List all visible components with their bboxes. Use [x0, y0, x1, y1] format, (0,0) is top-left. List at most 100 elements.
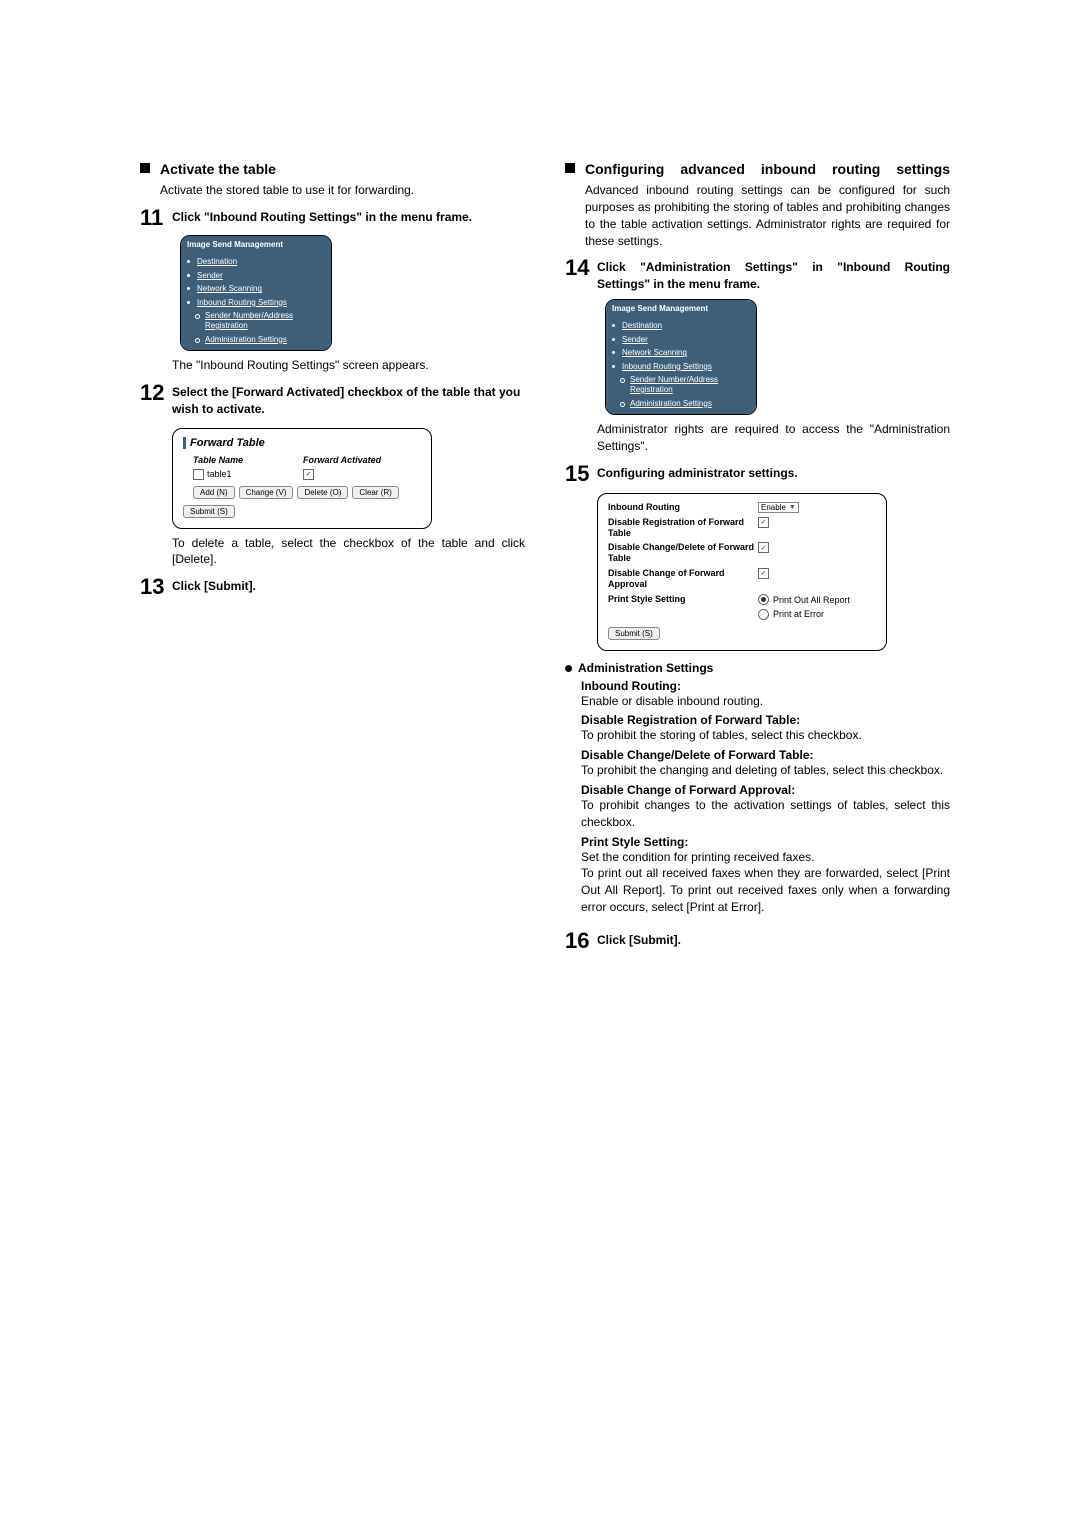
step-12-after: To delete a table, select the checkbox o… — [172, 535, 525, 569]
admin-row-disable-change-appr: Disable Change of Forward Approval ✓ — [608, 568, 876, 590]
step-15-title: Configuring administrator settings. — [597, 463, 798, 482]
ism-subitem-admin-settings[interactable]: Administration Settings — [187, 333, 331, 347]
step-16-title: Click [Submit]. — [597, 930, 681, 949]
radio-icon — [758, 609, 769, 620]
step-13-num: 13 — [140, 576, 168, 598]
square-bullet-icon — [140, 163, 150, 173]
subitem-title: Disable Change of Forward Approval: — [581, 783, 950, 797]
ism-panel-left: Image Send Management Destination Sender… — [180, 235, 332, 351]
delete-button[interactable]: Delete (O) — [297, 486, 348, 499]
ism-body: Destination Sender Network Scanning Inbo… — [606, 317, 756, 414]
forward-activated-checkbox[interactable]: ✓ — [303, 469, 314, 480]
subitem-title: Inbound Routing: — [581, 679, 950, 693]
ism-subitem-sender-reg[interactable]: Sender Number/Address Registration — [187, 309, 331, 332]
disable-reg-checkbox[interactable]: ✓ — [758, 517, 769, 528]
submit-button[interactable]: Submit (S) — [183, 505, 235, 518]
admin-row-print-style: Print Style Setting Print Out All Report… — [608, 594, 876, 621]
fwd-row-name-cell: table1 — [193, 469, 303, 480]
step-15: 15 Configuring administrator settings. — [565, 463, 950, 485]
forward-table-submit-row: Submit (S) — [183, 505, 421, 518]
fwd-col-name-header: Table Name — [193, 455, 303, 465]
ism-item-sender[interactable]: Sender — [187, 269, 331, 283]
forward-table-panel: Forward Table Table Name Forward Activat… — [172, 428, 432, 529]
ism-subitem-admin-settings[interactable]: Administration Settings — [612, 397, 756, 411]
configuring-section-head: Configuring advanced inbound routing set… — [565, 160, 950, 178]
ism-item-destination[interactable]: Destination — [612, 319, 756, 333]
row-select-checkbox[interactable] — [193, 469, 204, 480]
ism-item-destination[interactable]: Destination — [187, 255, 331, 269]
ism-head: Image Send Management — [606, 300, 756, 317]
forward-table-buttons: Add (N) Change (V) Delete (O) Clear (R) — [193, 486, 421, 499]
bullet-icon — [565, 665, 572, 672]
admin-row-disable-reg: Disable Registration of Forward Table ✓ — [608, 517, 876, 539]
disable-change-appr-checkbox[interactable]: ✓ — [758, 568, 769, 579]
subitem-title: Disable Change/Delete of Forward Table: — [581, 748, 950, 762]
forward-table-row: table1 ✓ — [193, 469, 421, 480]
subitem-title: Print Style Setting: — [581, 835, 950, 849]
admin-settings-panel: Inbound Routing Enable ▼ Disable Registr… — [597, 493, 887, 651]
admin-submit-button[interactable]: Submit (S) — [608, 627, 660, 640]
step-15-num: 15 — [565, 463, 593, 485]
add-button[interactable]: Add (N) — [193, 486, 235, 499]
subitem-title: Disable Registration of Forward Table: — [581, 713, 950, 727]
step-12-title: Select the [Forward Activated] checkbox … — [172, 382, 525, 418]
ism-item-sender[interactable]: Sender — [612, 333, 756, 347]
fwd-row-act-cell: ✓ — [303, 469, 314, 480]
ism-item-inbound-routing[interactable]: Inbound Routing Settings — [187, 296, 331, 310]
radio-print-error[interactable]: Print at Error — [758, 608, 824, 621]
step-14: 14 Click "Administration Settings" in "I… — [565, 257, 950, 293]
ism-item-inbound-routing[interactable]: Inbound Routing Settings — [612, 360, 756, 374]
step-11-title: Click "Inbound Routing Settings" in the … — [172, 207, 472, 226]
admin-settings-list: Inbound Routing: Enable or disable inbou… — [581, 679, 950, 916]
subitem-desc: Set the condition for printing received … — [581, 849, 950, 916]
step-14-title: Click "Administration Settings" in "Inbo… — [597, 257, 950, 293]
admin-label-disable-change-appr: Disable Change of Forward Approval — [608, 568, 758, 590]
subitem-desc: To prohibit the changing and deleting of… — [581, 762, 950, 779]
configuring-title: Configuring advanced inbound routing set… — [585, 160, 950, 178]
step-16: 16 Click [Submit]. — [565, 930, 950, 952]
change-button[interactable]: Change (V) — [239, 486, 294, 499]
ism-subitem-sender-reg[interactable]: Sender Number/Address Registration — [612, 373, 756, 396]
admin-label-print-style: Print Style Setting — [608, 594, 758, 605]
admin-row-inbound-routing: Inbound Routing Enable ▼ — [608, 502, 876, 513]
ism-panel-right: Image Send Management Destination Sender… — [605, 299, 757, 415]
left-column: Activate the table Activate the stored t… — [140, 160, 525, 956]
activate-title: Activate the table — [160, 160, 276, 178]
forward-table-header: Table Name Forward Activated — [193, 455, 421, 465]
step-11: 11 Click "Inbound Routing Settings" in t… — [140, 207, 525, 229]
step-13-title: Click [Submit]. — [172, 576, 256, 595]
admin-label-disable-reg: Disable Registration of Forward Table — [608, 517, 758, 539]
step-12: 12 Select the [Forward Activated] checkb… — [140, 382, 525, 418]
step-12-num: 12 — [140, 382, 168, 404]
subitem-desc: Enable or disable inbound routing. — [581, 693, 950, 710]
step-16-num: 16 — [565, 930, 593, 952]
admin-settings-title: Administration Settings — [578, 661, 713, 675]
step-11-after: The "Inbound Routing Settings" screen ap… — [172, 357, 525, 374]
admin-settings-heading: Administration Settings — [565, 661, 950, 675]
page: Activate the table Activate the stored t… — [0, 0, 1080, 1528]
clear-button[interactable]: Clear (R) — [352, 486, 398, 499]
radio-icon — [758, 594, 769, 605]
ism-item-network-scanning[interactable]: Network Scanning — [612, 346, 756, 360]
ism-body: Destination Sender Network Scanning Inbo… — [181, 253, 331, 350]
disable-change-del-checkbox[interactable]: ✓ — [758, 542, 769, 553]
square-bullet-icon — [565, 163, 575, 173]
activate-desc: Activate the stored table to use it for … — [160, 182, 525, 199]
configuring-desc: Advanced inbound routing settings can be… — [585, 182, 950, 249]
admin-row-disable-change-del: Disable Change/Delete of Forward Table ✓ — [608, 542, 876, 564]
subitem-desc: To prohibit changes to the activation se… — [581, 797, 950, 831]
fwd-col-act-header: Forward Activated — [303, 455, 381, 465]
forward-table-title: Forward Table — [183, 437, 421, 449]
ism-head: Image Send Management — [181, 236, 331, 253]
step-13: 13 Click [Submit]. — [140, 576, 525, 598]
ism-item-network-scanning[interactable]: Network Scanning — [187, 282, 331, 296]
chevron-down-icon: ▼ — [789, 504, 796, 511]
admin-val-inbound: Enable ▼ — [758, 502, 876, 513]
step-14-num: 14 — [565, 257, 593, 279]
step-11-num: 11 — [140, 207, 168, 229]
inbound-routing-select[interactable]: Enable ▼ — [758, 502, 799, 513]
fwd-row-name: table1 — [207, 469, 232, 479]
step-14-after: Administrator rights are required to acc… — [597, 421, 950, 455]
radio-print-all[interactable]: Print Out All Report — [758, 594, 850, 607]
forward-table: Table Name Forward Activated table1 ✓ — [193, 455, 421, 480]
